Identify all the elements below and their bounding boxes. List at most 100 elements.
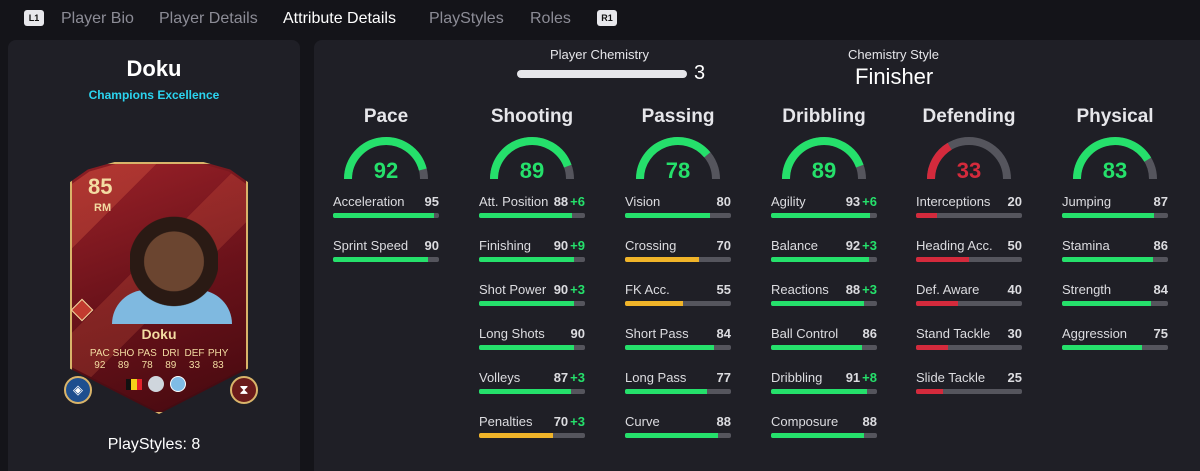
category-title: Pace (363, 106, 409, 127)
attribute-row: Strength 84 (1062, 282, 1168, 318)
attribute-bar (625, 257, 731, 262)
r1-button-icon[interactable]: R1 (597, 10, 617, 26)
attribute-bar-fill (625, 213, 710, 218)
attribute-value: 75 (1154, 326, 1168, 341)
attribute-bar (1062, 301, 1168, 306)
attribute-name: Att. Position (479, 194, 549, 209)
attribute-name: Long Shots (479, 326, 545, 341)
attribute-value-number: 80 (716, 194, 731, 209)
league-logo-icon (148, 376, 164, 392)
attribute-row: Balance 92 +3 (771, 238, 877, 274)
attribute-row: Stand Tackle 30 (916, 326, 1022, 362)
attribute-bar (479, 345, 585, 350)
attribute-value-number: 88 (553, 194, 569, 209)
attribute-name: Volleys (479, 370, 521, 385)
attribute-name: Def. Aware (916, 282, 980, 297)
attribute-value-number: 20 (1007, 194, 1022, 209)
attribute-row: Dribbling 91 +8 (771, 370, 877, 406)
attribute-row: Agility 93 +6 (771, 194, 877, 230)
attribute-value-number: 88 (716, 414, 731, 429)
attribute-bar (916, 301, 1022, 306)
tab-player-bio[interactable]: Player Bio (61, 10, 134, 28)
category-title: Shooting (490, 106, 574, 127)
attribute-name: Aggression (1062, 326, 1128, 341)
attribute-row: Composure 88 (771, 414, 877, 450)
attribute-bar (625, 389, 731, 394)
attribute-row: Crossing 70 (625, 238, 731, 274)
attribute-name: Ball Control (771, 326, 839, 341)
attribute-row: Slide Tackle 25 (916, 370, 1022, 406)
attribute-name: Strength (1062, 282, 1112, 297)
attribute-bar (771, 433, 877, 438)
attribute-name: Balance (771, 238, 818, 253)
attribute-value: 86 (863, 326, 877, 341)
attribute-bar-fill (771, 345, 863, 350)
attribute-value: 40 (1008, 282, 1022, 297)
card-position: RM (94, 202, 112, 214)
attribute-name: Long Pass (625, 370, 687, 385)
tab-player-details[interactable]: Player Details (159, 10, 258, 28)
attribute-boost: +8 (862, 370, 877, 385)
attribute-name: Stamina (1062, 238, 1110, 253)
l1-button-icon[interactable]: L1 (24, 10, 44, 26)
attribute-bar-fill (479, 301, 575, 306)
attribute-value: 88 +3 (846, 282, 877, 297)
tab-roles[interactable]: Roles (530, 10, 571, 28)
attribute-bar-fill (625, 389, 707, 394)
attribute-bar-fill (625, 345, 715, 350)
attribute-bar-fill (1062, 257, 1154, 262)
attribute-value: 20 (1008, 194, 1022, 209)
attribute-value: 55 (717, 282, 731, 297)
attribute-bar-fill (479, 345, 575, 350)
tab-attribute-details[interactable]: Attribute Details (283, 10, 396, 28)
attribute-value: 25 (1008, 370, 1022, 385)
attribute-bar-fill (916, 257, 969, 262)
card-stat-label: DEF (184, 348, 205, 359)
attribute-value-number: 50 (1007, 238, 1022, 253)
attribute-row: Penalties 70 +3 (479, 414, 585, 450)
attribute-bar (479, 257, 585, 262)
category-value: 89 (519, 158, 545, 183)
attribute-bar (625, 433, 731, 438)
attribute-bar-fill (625, 257, 700, 262)
attribute-row: Short Pass 84 (625, 326, 731, 362)
attribute-bar (771, 257, 877, 262)
attribute-boost: +9 (570, 238, 585, 253)
category-title: Physical (1076, 106, 1154, 127)
attribute-bar-fill (771, 257, 869, 262)
attribute-value: 70 +3 (554, 414, 585, 429)
card-stat-label: SHO (112, 348, 135, 359)
attribute-row: Att. Position 88 +6 (479, 194, 585, 230)
player-portrait (130, 202, 218, 310)
attribute-value: 91 +8 (846, 370, 877, 385)
attributes-panel: Player Chemistry 3 Chemistry Style Finis… (314, 40, 1200, 471)
attribute-row: Vision 80 (625, 194, 731, 230)
attribute-bar (479, 389, 585, 394)
attribute-row: Volleys 87 +3 (479, 370, 585, 406)
card-stat-value: 89 (165, 360, 177, 371)
attribute-row: Heading Acc. 50 (916, 238, 1022, 274)
attribute-row: Finishing 90 +9 (479, 238, 585, 274)
attribute-value-number: 90 (570, 326, 585, 341)
attribute-boost: +3 (862, 282, 877, 297)
attribute-name: Jumping (1062, 194, 1112, 209)
attribute-value-number: 30 (1007, 326, 1022, 341)
attribute-bar (333, 213, 439, 218)
tab-playstyles[interactable]: PlayStyles (429, 10, 504, 28)
attribute-bar (771, 345, 877, 350)
card-stat-label: DRI (162, 348, 180, 359)
player-card[interactable]: 85 RM Doku PAC SHO PAS DRI DEF PHY 92 89… (64, 162, 258, 414)
chemistry-style-value[interactable]: Finisher (855, 64, 933, 90)
attribute-value-number: 88 (845, 282, 861, 297)
attribute-bar-fill (771, 389, 868, 394)
attribute-name: Slide Tackle (916, 370, 986, 385)
attribute-bar (916, 213, 1022, 218)
attribute-value: 86 (1154, 238, 1168, 253)
attribute-row: Interceptions 20 (916, 194, 1022, 230)
attribute-bar-fill (625, 301, 684, 306)
attribute-boost: +3 (570, 282, 585, 297)
attribute-bar (625, 301, 731, 306)
category-title: Passing (641, 106, 715, 127)
attribute-bar (625, 345, 731, 350)
attribute-name: Stand Tackle (916, 326, 991, 341)
